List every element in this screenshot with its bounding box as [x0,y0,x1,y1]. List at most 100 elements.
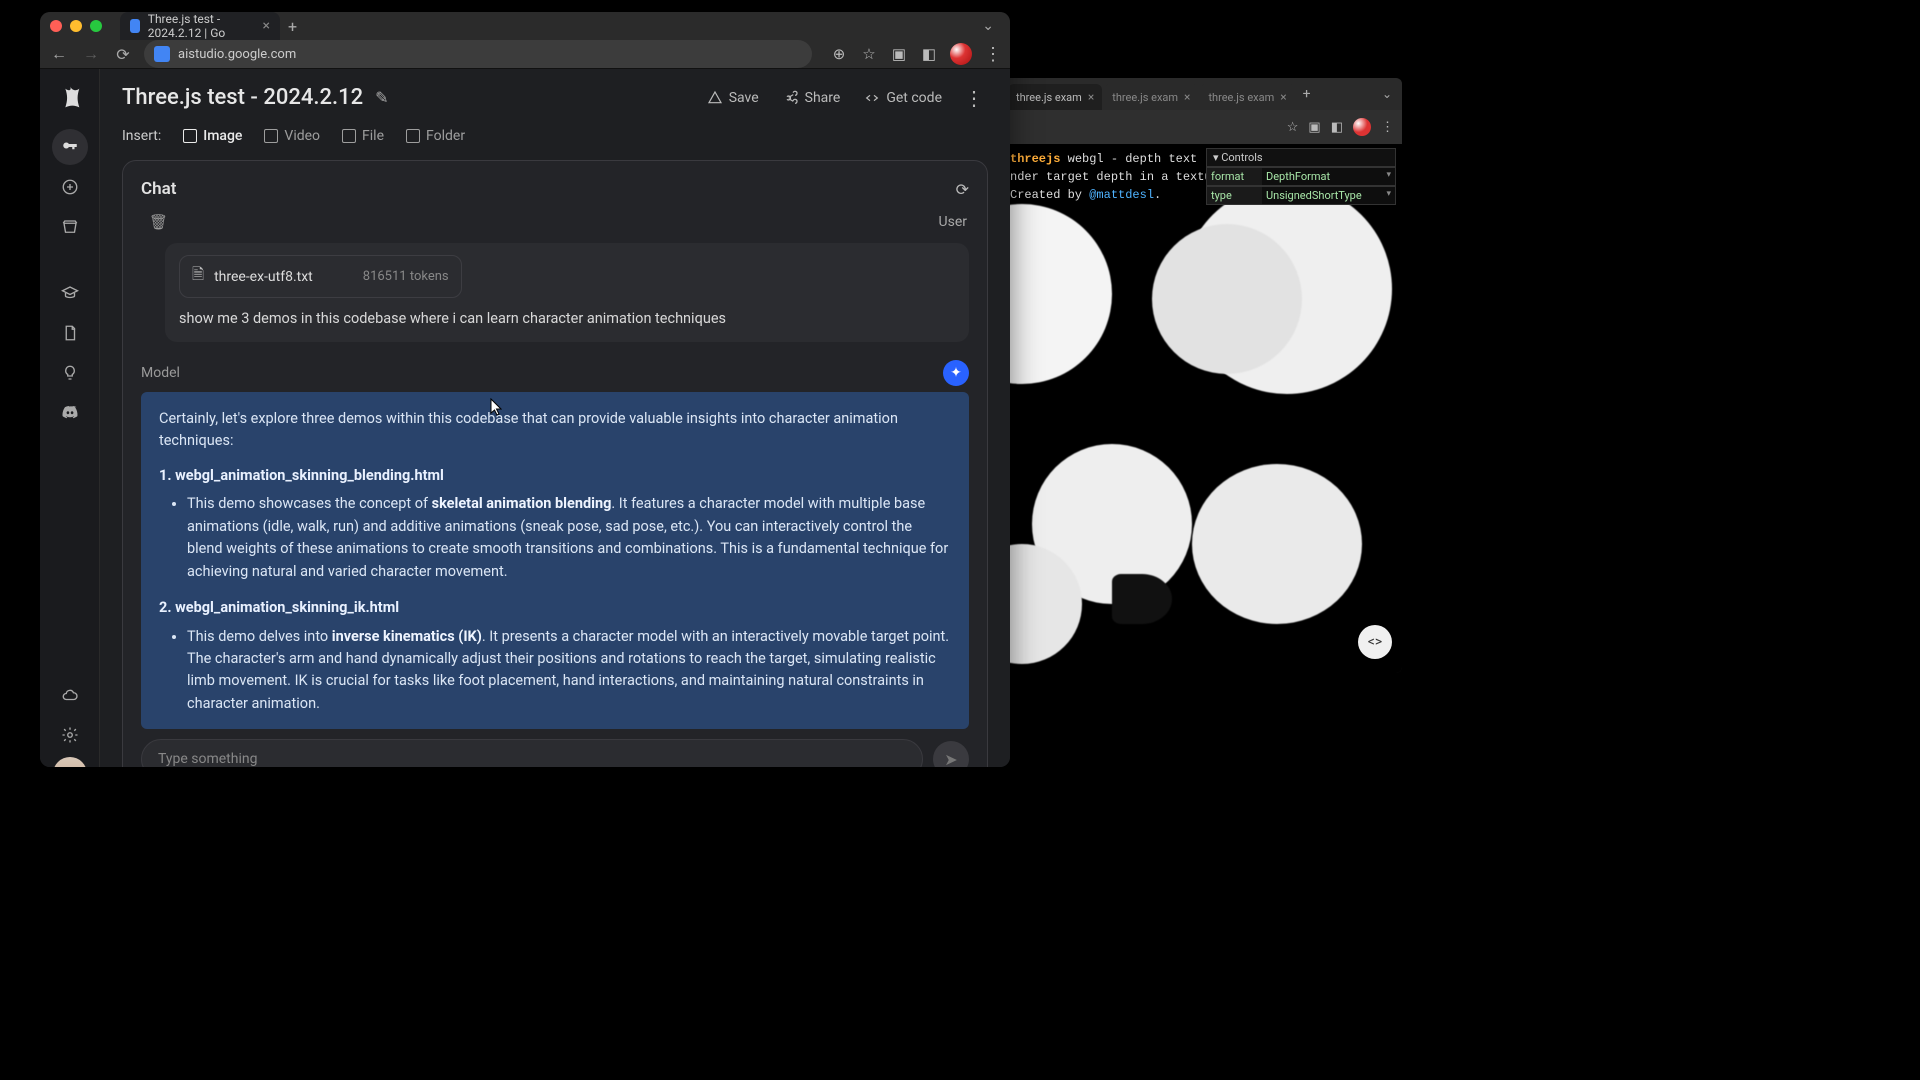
extensions-icon[interactable]: ▣ [890,45,908,63]
share-button[interactable]: Share [777,86,847,110]
zoom-icon[interactable]: ⊕ [830,45,848,63]
send-button[interactable]: ➤ [933,741,969,767]
video-icon [264,129,278,143]
model-sparkle-icon[interactable]: ✦ [943,360,969,386]
favicon-icon [130,19,140,33]
nav-archive-icon[interactable] [52,209,88,245]
star-icon[interactable]: ☆ [1287,120,1299,135]
dat-gui-panel[interactable]: ▾ Controls format DepthFormat▾ type Unsi… [1206,148,1396,205]
nav-cloud-icon[interactable] [52,677,88,713]
app-logo[interactable] [55,83,85,113]
model-role-label: Model [141,365,180,381]
insert-file[interactable]: File [342,128,384,144]
model-item2-body: This demo delves into inverse kinematics… [187,626,951,716]
sidepanel-icon[interactable]: ◧ [920,45,938,63]
profile-avatar[interactable] [1353,118,1371,136]
save-button[interactable]: Save [701,86,765,110]
minimize-window-icon[interactable] [70,20,82,32]
demo-caption: threejs webgl - depth text nder target d… [1010,150,1212,204]
user-query-text: show me 3 demos in this codebase where i… [179,308,955,330]
sec-tab-3[interactable]: three.js exam× [1200,84,1294,110]
nav-key-icon[interactable] [52,129,88,165]
insert-toolbar: Insert: Image Video File Folder [122,128,988,144]
main-browser-window: Three.js test - 2024.2.12 | Go × + ⌄ ← →… [40,12,1010,767]
nav-create-icon[interactable] [52,169,88,205]
tab-overflow-icon[interactable]: ⌄ [1378,87,1396,101]
nav-ideas-icon[interactable] [52,355,88,391]
site-icon [154,46,170,62]
forward-button[interactable]: → [80,43,102,65]
mouse-cursor-icon [490,398,502,416]
get-code-button[interactable]: Get code [858,86,948,110]
close-icon[interactable]: × [1184,90,1190,104]
gui-title[interactable]: ▾ Controls [1206,148,1396,167]
close-window-icon[interactable] [50,20,62,32]
page-title: Three.js test - 2024.2.12 [122,85,363,110]
page-header: Three.js test - 2024.2.12 ✎ Save Share G… [122,85,988,110]
model-item1-body: This demo showcases the concept of skele… [187,493,951,583]
chat-panel: Chat ⟳ 🗑 User 🗎 three-ex-utf8.txt 816511… [122,160,988,767]
insert-video[interactable]: Video [264,128,320,144]
image-icon [183,129,197,143]
attachment-tokens: 816511 tokens [363,269,449,284]
panel-icon[interactable]: ◧ [1331,120,1343,135]
user-role-label: User [939,214,967,230]
kebab-menu-icon[interactable]: ⋮ [1381,120,1394,135]
extension-icon[interactable]: ▣ [1308,120,1320,135]
threejs-demo-viewport[interactable]: threejs webgl - depth text nder target d… [1002,144,1402,673]
reload-button[interactable]: ⟳ [112,43,134,65]
address-bar[interactable]: aistudio.google.com [144,40,812,68]
view-source-button[interactable]: <> [1358,625,1392,659]
chat-title: Chat [141,179,176,199]
file-icon [342,129,356,143]
file-icon: 🗎 [192,264,204,289]
gui-row-format[interactable]: format DepthFormat▾ [1206,167,1396,186]
folder-icon [406,129,420,143]
edit-title-icon[interactable]: ✎ [375,88,388,107]
left-nav-rail: › [40,69,100,767]
chat-input-placeholder: Type something [158,751,257,767]
fullscreen-window-icon[interactable] [90,20,102,32]
insert-label: Insert: [122,128,161,144]
model-item1-title: 1. webgl_animation_skinning_blending.htm… [159,465,951,487]
sec-tab-1[interactable]: three.js exam× [1008,84,1102,110]
insert-image[interactable]: Image [183,128,242,144]
nav-settings-icon[interactable] [52,717,88,753]
tab-title: Three.js test - 2024.2.12 | Go [148,12,255,40]
refresh-chat-icon[interactable]: ⟳ [956,180,969,199]
model-message: Certainly, let's explore three demos wit… [141,392,969,730]
new-tab-button[interactable]: + [288,17,297,36]
delete-message-icon[interactable]: 🗑 [149,213,168,231]
nav-docs-icon[interactable] [52,315,88,351]
user-avatar[interactable] [53,757,87,767]
attachment-name: three-ex-utf8.txt [214,269,313,285]
close-tab-icon[interactable]: × [263,18,270,34]
close-icon[interactable]: × [1280,90,1286,104]
url-text: aistudio.google.com [178,47,296,62]
nav-learn-icon[interactable] [52,275,88,311]
gui-row-type[interactable]: type UnsignedShortType▾ [1206,186,1396,205]
user-message: 🗎 three-ex-utf8.txt 816511 tokens show m… [165,243,969,342]
secondary-browser-window: three.js exam× three.js exam× three.js e… [1002,78,1402,673]
sec-tab-2[interactable]: three.js exam× [1104,84,1198,110]
tab-overflow-icon[interactable]: ⌄ [976,18,1000,34]
insert-folder[interactable]: Folder [406,128,465,144]
secondary-tab-strip: three.js exam× three.js exam× three.js e… [1002,78,1402,110]
nav-discord-icon[interactable] [52,395,88,431]
profile-avatar[interactable] [950,43,972,65]
model-item2-title: 2. webgl_animation_skinning_ik.html [159,597,951,619]
titlebar: Three.js test - 2024.2.12 | Go × + ⌄ [40,12,1010,40]
secondary-toolbar: ☆ ▣ ◧ ⋮ [1002,110,1402,144]
model-intro: Certainly, let's explore three demos wit… [159,408,951,453]
window-controls[interactable] [50,20,102,32]
back-button[interactable]: ← [48,43,70,65]
kebab-menu-icon[interactable]: ⋮ [984,44,1002,65]
chat-input[interactable]: Type something [141,739,923,767]
close-icon[interactable]: × [1088,90,1094,104]
new-tab-button[interactable]: + [1297,86,1317,102]
address-bar-row: ← → ⟳ aistudio.google.com ⊕ ☆ ▣ ◧ ⋮ [40,40,1010,69]
attachment-chip[interactable]: 🗎 three-ex-utf8.txt 816511 tokens [179,255,462,298]
bookmark-icon[interactable]: ☆ [860,45,878,63]
browser-tab[interactable]: Three.js test - 2024.2.12 | Go × [120,12,280,40]
header-kebab-icon[interactable]: ⋮ [960,86,988,110]
